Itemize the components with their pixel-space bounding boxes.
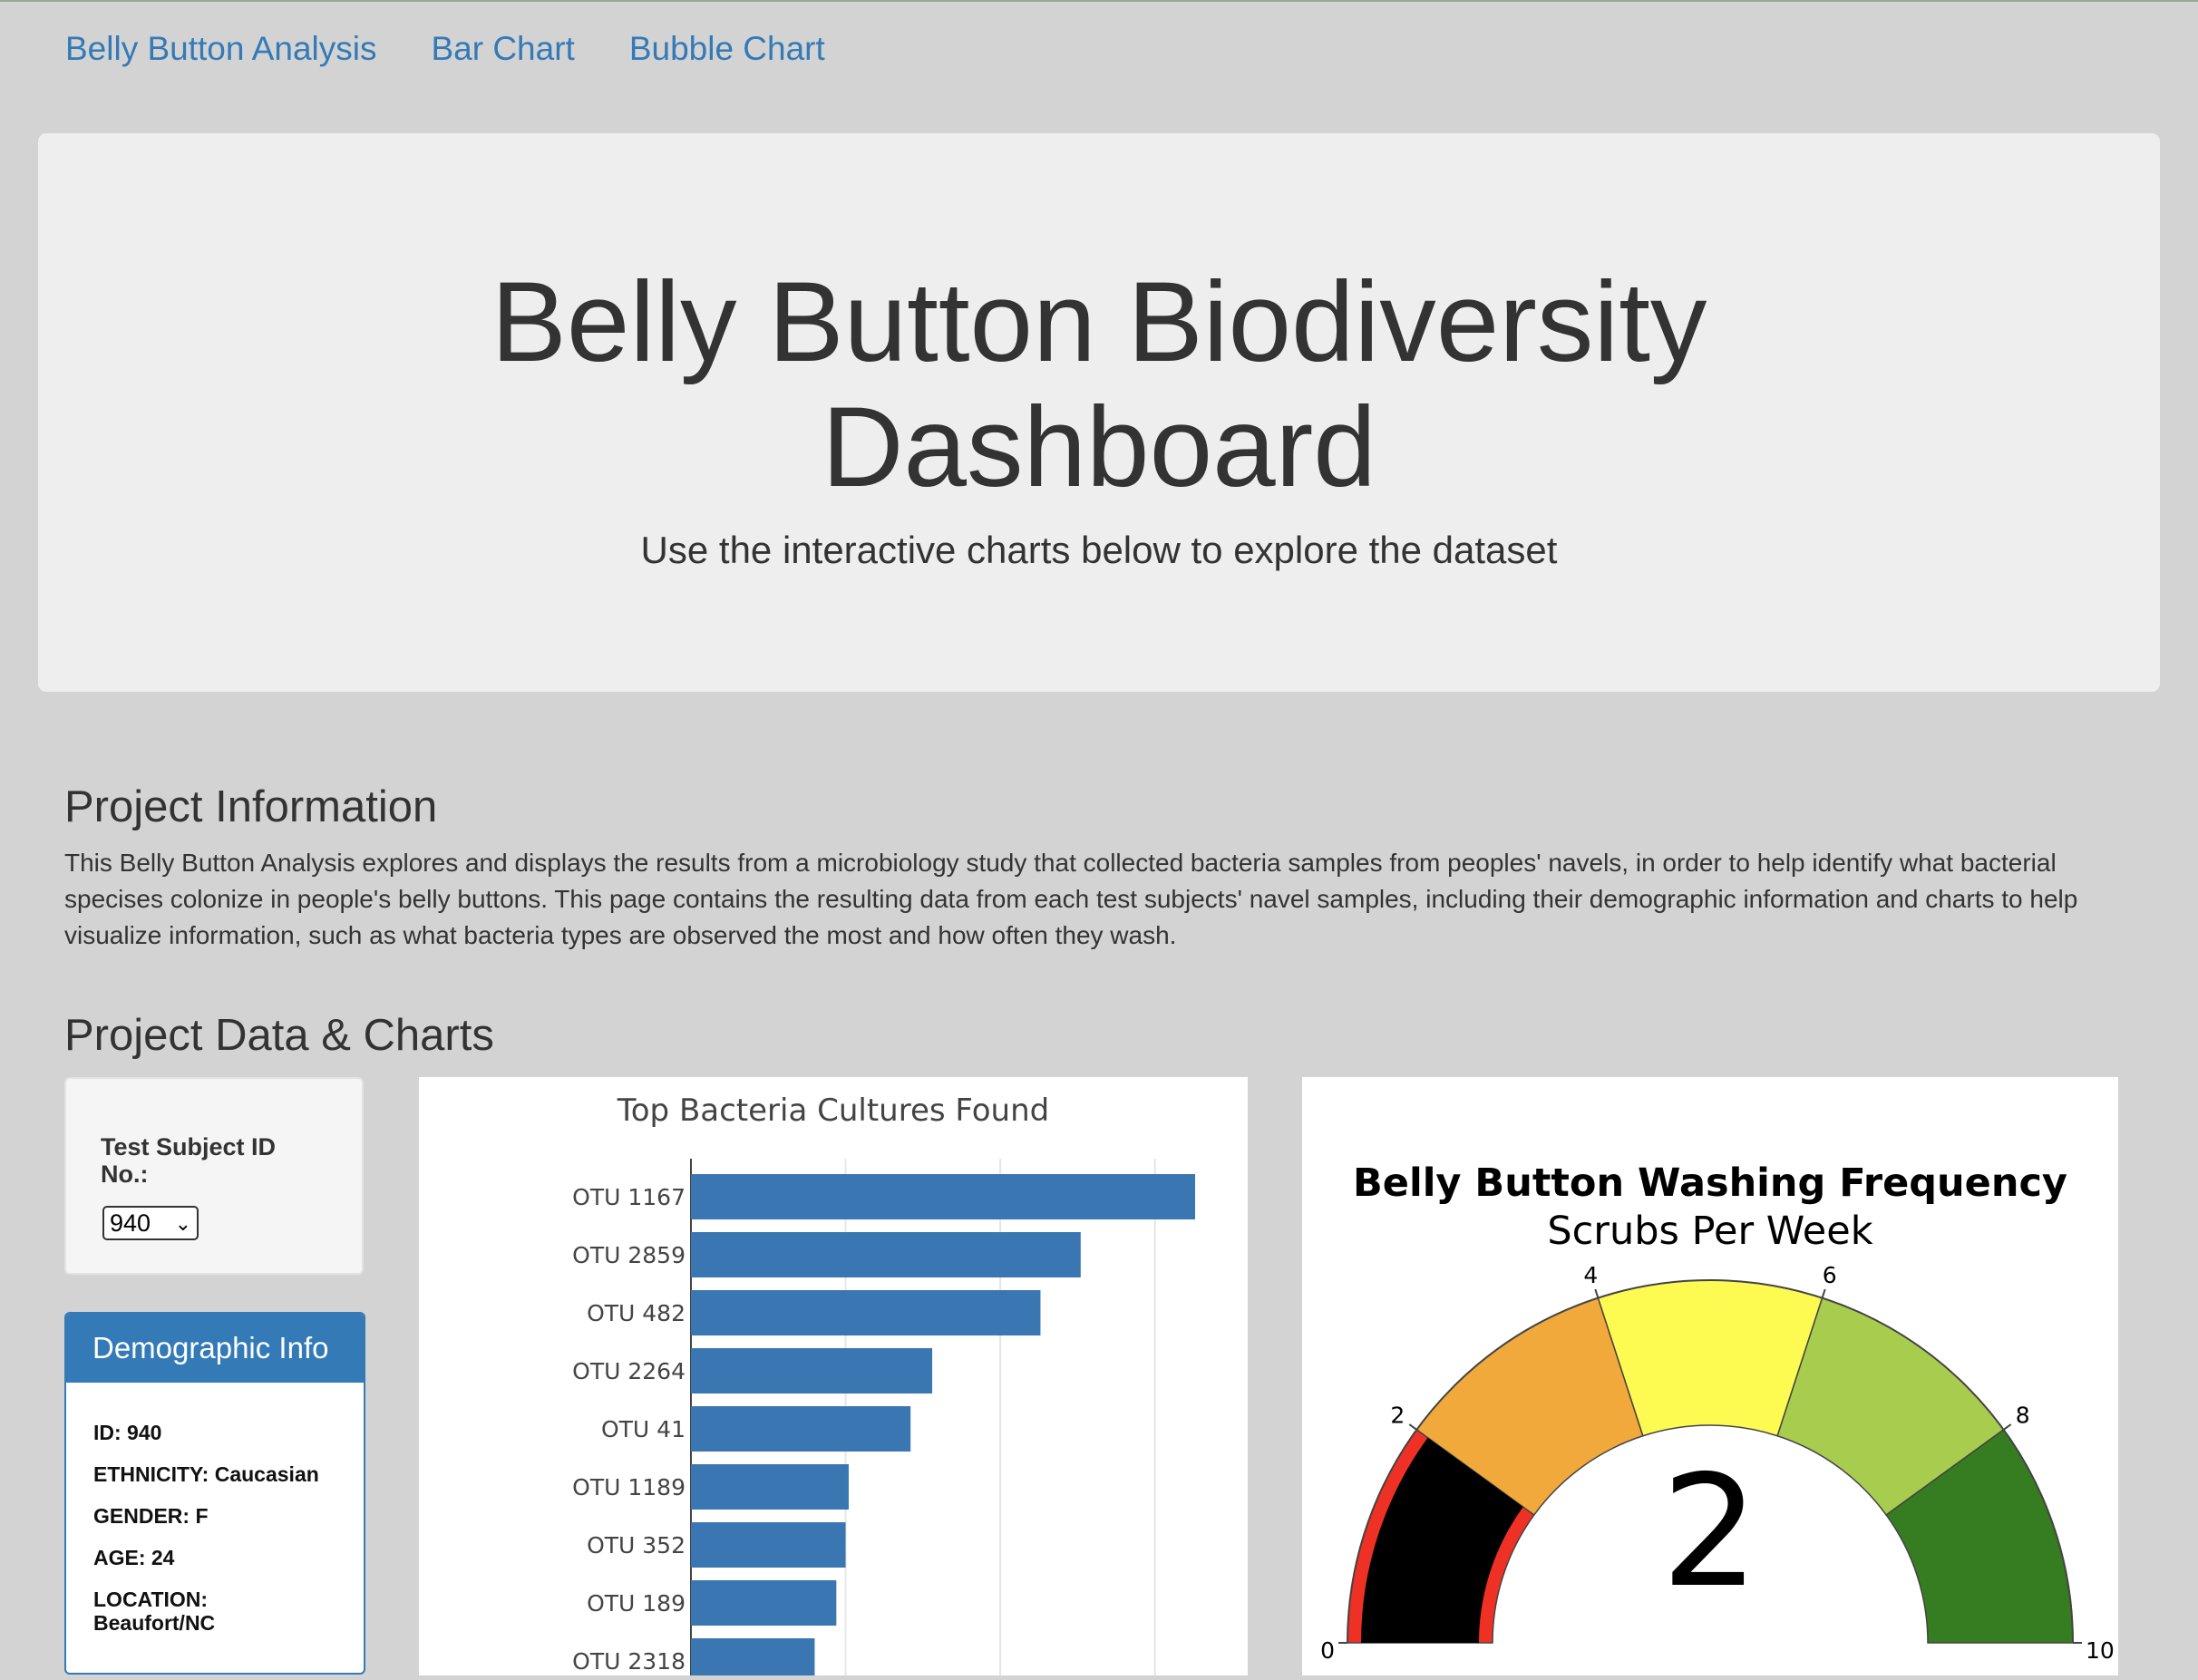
gauge-chart[interactable]: Belly Button Washing FrequencyScrubs Per… — [1302, 1077, 2118, 1675]
bar-chart-category-label: OTU 41 — [601, 1416, 686, 1442]
page-title-line1: Belly Button Biodiversity — [491, 259, 1707, 385]
gauge-tick — [2003, 1423, 2012, 1431]
demographic-ethnicity: ETHNICITY: Caucasian — [93, 1462, 319, 1486]
bar-chart-container[interactable]: Top Bacteria Cultures Found OTU 1167 OTU 2… — [419, 1077, 1248, 1680]
project-info-text: This Belly Button Analysis explores and … — [64, 849, 2078, 949]
gauge-tick-label: 6 — [1823, 1262, 1837, 1288]
demographic-panel: Demographic Info ID: 940 ETHNICITY: Cauc… — [64, 1312, 365, 1675]
bar-chart-bar[interactable] — [691, 1522, 846, 1568]
demographic-location: LOCATION: Beaufort/NC — [93, 1588, 216, 1635]
page-title-line2: Dashboard — [822, 384, 1376, 510]
bar-chart-bar[interactable] — [691, 1580, 837, 1626]
subject-selector-label: Test Subject ID No.: — [101, 1133, 277, 1188]
demographic-info-list: ID: 940 ETHNICITY: Caucasian GENDER: F A… — [66, 1383, 364, 1635]
bar-chart-bar[interactable] — [691, 1290, 1041, 1335]
gauge-chart-container[interactable]: Belly Button Washing Frequency Scrubs Per… — [1302, 1077, 2118, 1675]
subject-selector-panel: Test Subject ID No.: 940 ⌄ — [64, 1077, 364, 1275]
bar-chart-category-label: OTU 2318 — [572, 1648, 686, 1675]
bar-chart-bar[interactable] — [691, 1174, 1196, 1219]
bar-chart-category-label: OTU 482 — [587, 1300, 686, 1326]
bar-chart-bar[interactable] — [691, 1406, 911, 1452]
page-title: Belly Button Biodiversity Dashboard — [38, 260, 2160, 510]
bar-chart-category-label: OTU 2859 — [572, 1242, 686, 1268]
gauge-tick-label: 4 — [1583, 1262, 1598, 1288]
gauge-subtitle: Scrubs Per Week — [1547, 1209, 1872, 1254]
subject-id-select[interactable]: 940 ⌄ — [102, 1206, 199, 1240]
gauge-title: Belly Button Washing Frequency — [1353, 1160, 2067, 1206]
demographic-gender: GENDER: F — [93, 1504, 209, 1528]
chevron-down-icon: ⌄ — [174, 1212, 191, 1235]
demographic-id: ID: 940 — [93, 1421, 162, 1444]
demographic-panel-title: Demographic Info — [66, 1314, 364, 1383]
gauge-tick-label: 8 — [2016, 1403, 2030, 1429]
demographic-age: AGE: 24 — [93, 1546, 175, 1569]
gauge-tick-label: 0 — [1320, 1637, 1335, 1664]
gauge-tick-label: 2 — [1390, 1403, 1405, 1429]
bar-chart-title: Top Bacteria Cultures Found — [617, 1092, 1049, 1129]
project-data-heading: Project Data & Charts — [64, 1011, 494, 1060]
bar-chart-category-label: OTU 2264 — [572, 1358, 686, 1384]
jumbotron: Belly Button Biodiversity Dashboard Use … — [38, 133, 2160, 692]
nav-bubble-chart[interactable]: Bubble Chart — [629, 25, 825, 73]
page-subtitle: Use the interactive charts below to expl… — [640, 529, 1558, 571]
project-info-heading: Project Information — [64, 782, 438, 831]
subject-id-value: 940 — [110, 1209, 151, 1237]
nav-belly-button-analysis[interactable]: Belly Button Analysis — [65, 25, 376, 73]
top-border — [0, 0, 2198, 2]
bar-chart-category-label: OTU 1189 — [572, 1474, 686, 1500]
bar-chart-category-label: OTU 352 — [587, 1532, 686, 1559]
bar-chart-bar[interactable] — [691, 1464, 849, 1510]
gauge-tick-label: 10 — [2086, 1637, 2115, 1664]
bar-chart-bar[interactable] — [691, 1638, 815, 1680]
bar-chart[interactable]: Top Bacteria Cultures Found OTU 1167 OTU 2… — [419, 1077, 1248, 1680]
bar-chart-category-label: OTU 189 — [587, 1590, 686, 1617]
bar-chart-category-label: OTU 1167 — [572, 1184, 686, 1210]
gauge-value-label: 2 — [1661, 1442, 1759, 1622]
gauge-tick — [1821, 1288, 1826, 1298]
gauge-tick — [1594, 1288, 1600, 1298]
nav-bar-chart[interactable]: Bar Chart — [431, 25, 574, 73]
gauge-tick — [1408, 1423, 1417, 1431]
bar-chart-bar[interactable] — [691, 1348, 933, 1394]
top-nav: Belly Button Analysis Bar Chart Bubble C… — [65, 25, 880, 73]
bar-chart-bar[interactable] — [691, 1232, 1081, 1277]
